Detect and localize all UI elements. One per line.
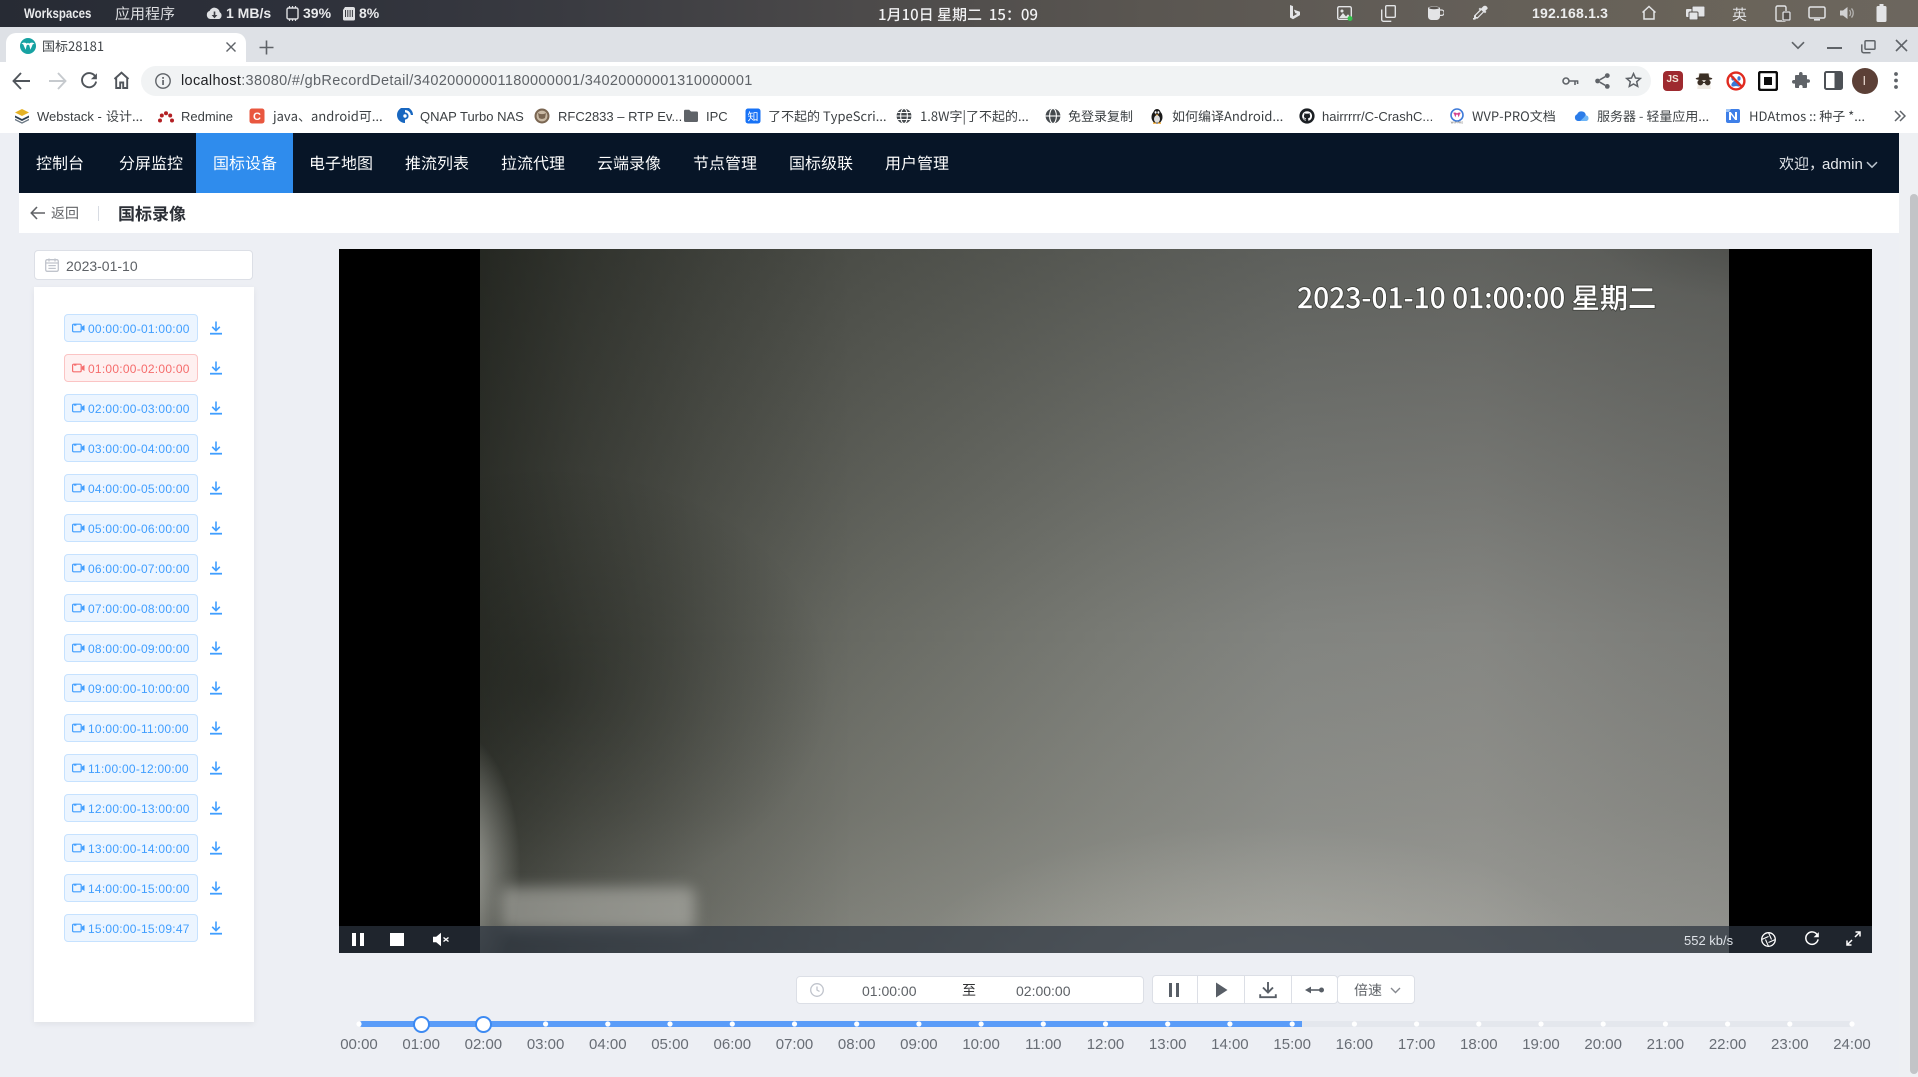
svg-text:C: C (253, 111, 261, 123)
svg-text:WVP-PRO: WVP-PRO (1451, 121, 1463, 125)
